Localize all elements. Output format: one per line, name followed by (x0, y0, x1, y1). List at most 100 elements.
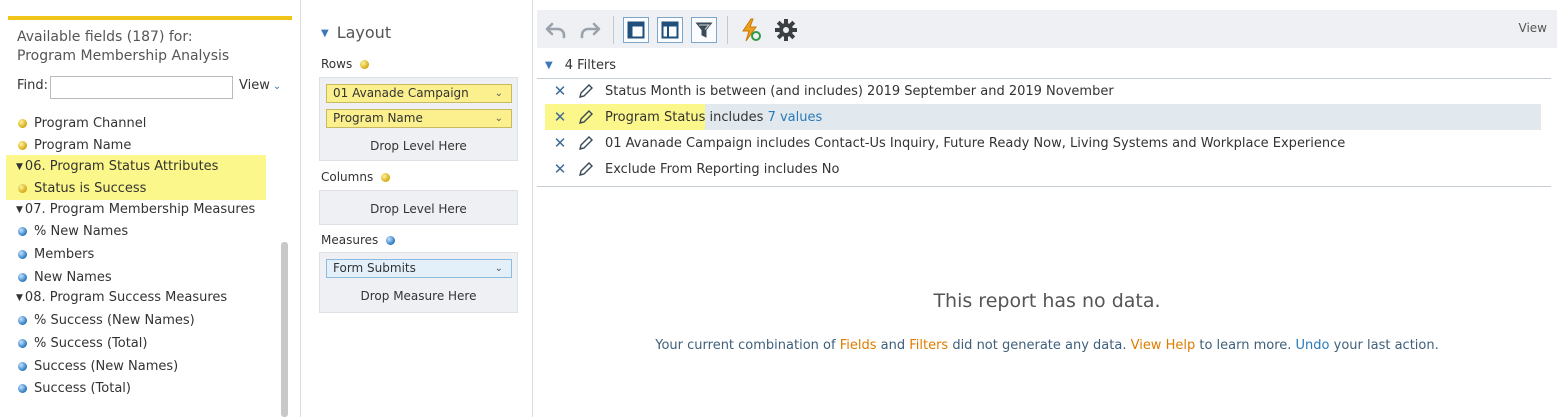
filter-row: ✕ Status Month is between (and includes)… (545, 78, 1541, 104)
toolbar: View (537, 10, 1557, 48)
remove-filter-icon[interactable]: ✕ (550, 160, 570, 178)
filters-link[interactable]: Filters (909, 338, 948, 353)
field-label: Program Channel (34, 116, 147, 131)
field-list-scrollbar[interactable] (281, 242, 288, 417)
measure-icon (386, 235, 396, 245)
fields-panel: Available fields (187) for: Program Memb… (0, 0, 300, 417)
filter-field: Status Month (605, 83, 692, 99)
dimension-icon (18, 184, 27, 193)
filter-text[interactable]: Status Month is between (and includes) 2… (605, 84, 1114, 99)
filter-row: ✕ 01 Avanade Campaign includes Contact-U… (545, 130, 1541, 156)
measures-dropzone[interactable]: Form Submits ⌄ Drop Measure Here (319, 252, 518, 313)
field-item[interactable]: % New Names (6, 220, 266, 243)
redo-icon[interactable] (577, 17, 603, 43)
expand-triangle-icon[interactable]: ▼ (16, 205, 23, 215)
toolbar-divider (727, 16, 728, 44)
table-icon[interactable] (657, 17, 683, 43)
filter-row: ✕ Exclude From Reporting includes No (545, 156, 1541, 182)
field-folder[interactable]: ▼ 08. Program Success Measures (6, 286, 266, 309)
field-label: Members (34, 247, 95, 262)
rows-dropzone[interactable]: 01 Avanade Campaign ⌄ Program Name ⌄ Drop … (319, 77, 518, 161)
view-help-link[interactable]: View Help (1131, 338, 1196, 353)
rows-label: Rows (321, 57, 370, 71)
field-item[interactable]: Program Channel (6, 112, 266, 135)
measure-icon (18, 250, 27, 259)
filter-field: 01 Avanade Campaign (605, 135, 753, 151)
field-folder[interactable]: ▼ 06. Program Status Attributes (6, 155, 266, 178)
chevron-down-icon[interactable]: ⌄ (495, 110, 503, 127)
columns-label-text: Columns (321, 170, 374, 184)
chevron-down-icon[interactable]: ⌄ (495, 260, 503, 277)
layout-title: Layout (336, 23, 392, 42)
filters-header[interactable]: ▼ 4 Filters (545, 58, 616, 73)
layout-header[interactable]: ▼ Layout (321, 23, 391, 42)
field-item[interactable]: Success (Total) (6, 377, 266, 400)
dimension-icon (18, 119, 27, 128)
measure-chip[interactable]: Form Submits ⌄ (326, 259, 512, 278)
remove-filter-icon[interactable]: ✕ (550, 108, 570, 126)
report-builder: Available fields (187) for: Program Memb… (0, 0, 1557, 417)
columns-dropzone[interactable]: Drop Level Here (319, 190, 518, 225)
row-chip[interactable]: 01 Avanade Campaign ⌄ (326, 84, 512, 103)
filter-values-link[interactable]: 7 values (768, 110, 823, 125)
view-menu[interactable]: View (1519, 21, 1547, 35)
field-item[interactable]: Success (New Names) (6, 355, 266, 378)
refresh-icon[interactable] (737, 17, 763, 43)
edit-pencil-icon[interactable] (575, 135, 597, 151)
field-label: New Names (34, 270, 112, 285)
filters-divider (537, 186, 1551, 187)
measures-label: Measures (321, 233, 396, 247)
field-item[interactable]: % Success (New Names) (6, 309, 266, 332)
layout-icon[interactable] (623, 17, 649, 43)
measure-icon (18, 384, 27, 393)
field-label: % New Names (34, 224, 129, 239)
row-chip[interactable]: Program Name ⌄ (326, 109, 512, 128)
field-item[interactable]: Program Name (6, 134, 266, 157)
remove-filter-icon[interactable]: ✕ (550, 82, 570, 100)
edit-pencil-icon[interactable] (575, 161, 597, 177)
columns-label: Columns (321, 170, 391, 184)
remove-filter-icon[interactable]: ✕ (550, 134, 570, 152)
measures-drop-hint: Drop Measure Here (360, 289, 477, 303)
filter-row: ✕ Program Status includes 7 values (545, 104, 1541, 130)
filter-field: Exclude From Reporting (605, 161, 760, 177)
find-label: Find: (17, 78, 49, 93)
report-area: View ▼ 4 Filters ✕ Status Month is betwee… (537, 0, 1557, 417)
field-item[interactable]: Status is Success (6, 177, 266, 200)
field-label: % Success (New Names) (34, 313, 195, 328)
view-label: View (239, 78, 270, 93)
measure-chip-label: Form Submits (333, 261, 416, 275)
measure-icon (18, 339, 27, 348)
chevron-down-icon[interactable]: ⌄ (495, 85, 503, 102)
filter-text[interactable]: 01 Avanade Campaign includes Contact-Us … (605, 136, 1345, 151)
find-input[interactable] (50, 76, 233, 99)
panel-divider (532, 0, 533, 417)
edit-pencil-icon[interactable] (575, 109, 597, 125)
report-name: Program Membership Analysis (17, 48, 230, 64)
collapse-caret-icon: ▼ (545, 60, 553, 71)
gear-icon[interactable] (773, 17, 799, 43)
filter-text[interactable]: Exclude From Reporting includes No (605, 162, 839, 177)
undo-link[interactable]: Undo (1296, 338, 1330, 353)
field-item[interactable]: % Success (Total) (6, 332, 266, 355)
undo-icon[interactable] (543, 17, 569, 43)
filter-condition: includes No (759, 161, 840, 177)
filter-text[interactable]: Program Status includes 7 values (605, 110, 822, 125)
view-dropdown[interactable]: View ⌄ (239, 78, 281, 93)
folder-label: 08. Program Success Measures (24, 290, 228, 305)
expand-triangle-icon[interactable]: ▼ (16, 293, 23, 303)
measures-label-text: Measures (321, 233, 379, 247)
measure-icon (18, 273, 27, 282)
expand-triangle-icon[interactable]: ▼ (16, 162, 23, 172)
filter-condition: includes Contact-Us Inquiry, Future Read… (752, 135, 1346, 151)
edit-pencil-icon[interactable] (575, 83, 597, 99)
field-label: Program Name (34, 138, 132, 153)
message-text: did not generate any data. (948, 338, 1131, 353)
columns-drop-hint: Drop Level Here (370, 202, 467, 216)
fields-link[interactable]: Fields (840, 338, 877, 353)
filters-count: 4 Filters (564, 58, 617, 73)
filter-icon[interactable] (691, 17, 717, 43)
measure-icon (18, 362, 27, 371)
field-item[interactable]: Members (6, 243, 266, 266)
field-folder[interactable]: ▼ 07. Program Membership Measures (6, 198, 266, 221)
